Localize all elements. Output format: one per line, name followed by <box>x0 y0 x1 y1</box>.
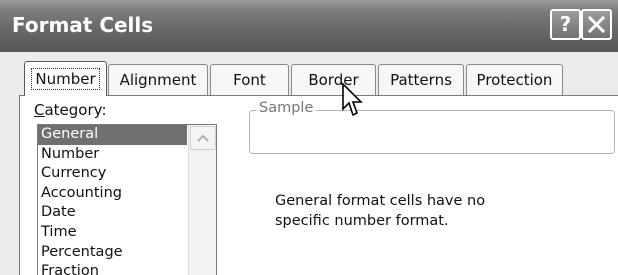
category-accelerator: C <box>34 101 45 119</box>
chevron-up-icon <box>197 134 209 142</box>
format-description-line-2: specific number format. <box>275 213 449 229</box>
tab-number-label: Number <box>31 68 100 90</box>
tab-font-label: Font <box>233 71 266 89</box>
tab-alignment[interactable]: Alignment <box>108 64 208 95</box>
list-item-general[interactable]: General <box>38 125 187 145</box>
category-label-text: ategory: <box>44 101 107 119</box>
format-description: General format cells have no specific nu… <box>275 191 595 231</box>
tab-patterns[interactable]: Patterns <box>378 64 464 95</box>
tab-protection-label: Protection <box>476 71 553 89</box>
category-scrollbar[interactable] <box>188 125 216 275</box>
close-button[interactable] <box>581 9 612 40</box>
format-cells-dialog: Format Cells ? Number Alignment Font Bor… <box>0 0 618 275</box>
title-bar[interactable]: Format Cells ? <box>0 0 618 52</box>
close-icon <box>587 15 606 34</box>
scroll-up-button[interactable] <box>190 126 216 150</box>
help-icon: ? <box>559 12 572 36</box>
tab-alignment-label: Alignment <box>119 71 197 89</box>
help-button[interactable]: ? <box>550 9 581 40</box>
tab-strip: Number Alignment Font Border Patterns Pr… <box>0 60 618 98</box>
category-label: Category: <box>34 101 107 119</box>
sample-label: Sample <box>256 100 317 116</box>
tab-protection[interactable]: Protection <box>466 64 563 95</box>
dialog-title: Format Cells <box>12 13 154 37</box>
tab-font[interactable]: Font <box>210 64 289 95</box>
tab-border[interactable]: Border <box>291 64 376 95</box>
category-listbox[interactable]: General Number Currency Accounting Date … <box>37 124 217 275</box>
mouse-cursor-icon <box>342 82 363 117</box>
format-description-line-1: General format cells have no <box>275 193 486 209</box>
tab-number[interactable]: Number <box>24 61 107 96</box>
sample-groupbox <box>249 110 615 154</box>
tab-patterns-label: Patterns <box>390 71 452 89</box>
